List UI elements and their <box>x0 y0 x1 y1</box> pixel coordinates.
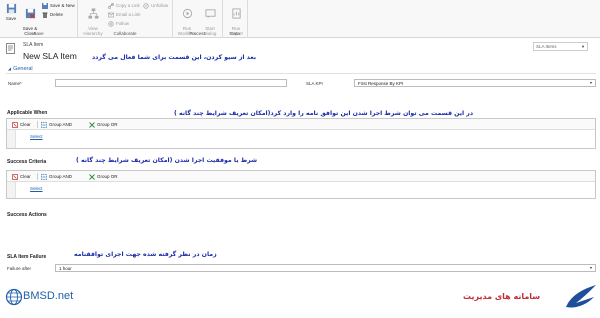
unfollow-button[interactable]: Unfollow <box>143 2 168 9</box>
sla-item-failure-heading: SLA Item Failure <box>7 254 47 260</box>
name-label: Name* <box>8 81 22 86</box>
chevron-down-icon: ▼ <box>589 81 593 85</box>
data-group-label: Data <box>230 31 240 36</box>
condition-toolbar: Clear Group AND Group OR <box>7 119 595 130</box>
save-button[interactable]: Save <box>1 3 21 21</box>
success-criteria-heading: Success Criteria <box>7 159 47 165</box>
follow-icon <box>108 21 114 27</box>
annotation-save-note: بعد از سیو کردن، این قسمت برای شما فعال … <box>92 54 257 61</box>
clear-button[interactable]: Clear <box>12 173 31 180</box>
group-and-button[interactable]: Group AND <box>41 121 72 128</box>
email-link-button[interactable]: Email a Link <box>108 11 141 18</box>
ribbon-group-data: Run Report Data <box>223 0 248 38</box>
process-group-label: Process <box>189 31 206 36</box>
condition-gutter <box>7 182 16 198</box>
collapse-caret-icon: ◢ <box>8 66 12 71</box>
ribbon-group-process: Run Workflow Start Dialog Process <box>173 0 223 38</box>
company-logo-text: سامانه های مدیریت <box>463 292 541 301</box>
general-divider <box>6 73 596 74</box>
link-icon <box>108 2 114 9</box>
annotation-failure: زمان در نظر گرفته شده جهت اجرای توافقنام… <box>74 251 217 258</box>
delete-button[interactable]: Delete <box>42 11 63 18</box>
name-input[interactable] <box>55 79 287 87</box>
hierarchy-icon <box>87 8 99 19</box>
group-and-icon <box>41 121 47 128</box>
bmsd-brand-text: BMSD.net <box>23 290 74 302</box>
sla-kpi-select[interactable]: First Response By KPI ▼ <box>354 79 596 87</box>
condition-toolbar: Clear Group AND Group OR <box>7 171 595 182</box>
dialog-icon <box>204 9 216 19</box>
select-link[interactable]: Select <box>30 186 43 191</box>
collaborate-group-label: Collaborate <box>113 31 137 36</box>
failure-after-label: Failure after <box>7 266 32 271</box>
form-selector[interactable]: SLA Items ▼ <box>533 42 588 51</box>
ribbon-group-save: Save Save & Close Save & New Delete Save <box>0 0 78 38</box>
group-and-button[interactable]: Group AND <box>41 173 72 180</box>
group-and-icon <box>41 173 47 180</box>
group-or-icon <box>89 173 95 180</box>
save-label: Save <box>5 16 17 21</box>
save-icon <box>6 3 16 14</box>
save-group-label: Save <box>33 31 44 36</box>
save-new-icon <box>42 2 48 9</box>
save-new-button[interactable]: Save & New <box>42 2 75 9</box>
sla-kpi-label: SLA KPI <box>306 81 323 86</box>
condition-gutter <box>7 130 16 148</box>
form-selector-value: SLA Items <box>536 44 557 49</box>
applicable-when-heading: Applicable When <box>7 110 48 116</box>
report-icon <box>231 8 241 19</box>
group-or-button[interactable]: Group OR <box>89 173 118 180</box>
sla-item-icon <box>6 43 15 54</box>
workflow-icon <box>182 8 192 19</box>
entity-type-label: SLA Item <box>23 42 44 48</box>
group-or-icon <box>89 121 95 128</box>
save-close-icon <box>25 8 35 19</box>
success-criteria-editor: Clear Group AND Group OR Select <box>6 170 596 199</box>
annotation-success-criteria: شرط یا موفقیت اجرا شدن (امکان تعریف شرای… <box>76 157 258 164</box>
clear-icon <box>12 173 18 180</box>
annotation-applicable-when: در این قسمت می توان شرط اجرا شدن این توا… <box>174 110 474 117</box>
bmsd-logo-icon <box>5 288 23 306</box>
general-section-toggle[interactable]: ◢ General <box>8 66 33 72</box>
record-title: New SLA Item <box>23 51 77 61</box>
unfollow-icon <box>143 3 149 9</box>
group-or-button[interactable]: Group OR <box>89 121 118 128</box>
sla-kpi-value: First Response By KPI <box>358 81 404 86</box>
clear-button[interactable]: Clear <box>12 121 31 128</box>
chevron-down-icon: ▼ <box>589 266 593 270</box>
toolbar-separator <box>37 121 38 128</box>
failure-after-value: 1 hour <box>59 266 72 271</box>
chevron-down-icon: ▼ <box>581 44 585 49</box>
toolbar-separator <box>37 173 38 180</box>
applicable-when-editor: Clear Group AND Group OR Select <box>6 118 596 149</box>
select-link[interactable]: Select <box>30 134 43 139</box>
email-icon <box>108 12 114 18</box>
copy-link-button[interactable]: Copy a Link <box>108 2 140 9</box>
follow-button[interactable]: Follow <box>108 20 129 27</box>
ribbon-group-collaborate: View Hierarchy Copy a Link Email a Link … <box>78 0 173 38</box>
trash-icon <box>42 12 48 18</box>
failure-after-select[interactable]: 1 hour ▼ <box>55 264 596 272</box>
clear-icon <box>12 121 18 128</box>
success-actions-heading: Success Actions <box>7 212 47 218</box>
required-marker: * <box>20 81 22 86</box>
command-ribbon: Save Save & Close Save & New Delete Save… <box>0 0 600 38</box>
